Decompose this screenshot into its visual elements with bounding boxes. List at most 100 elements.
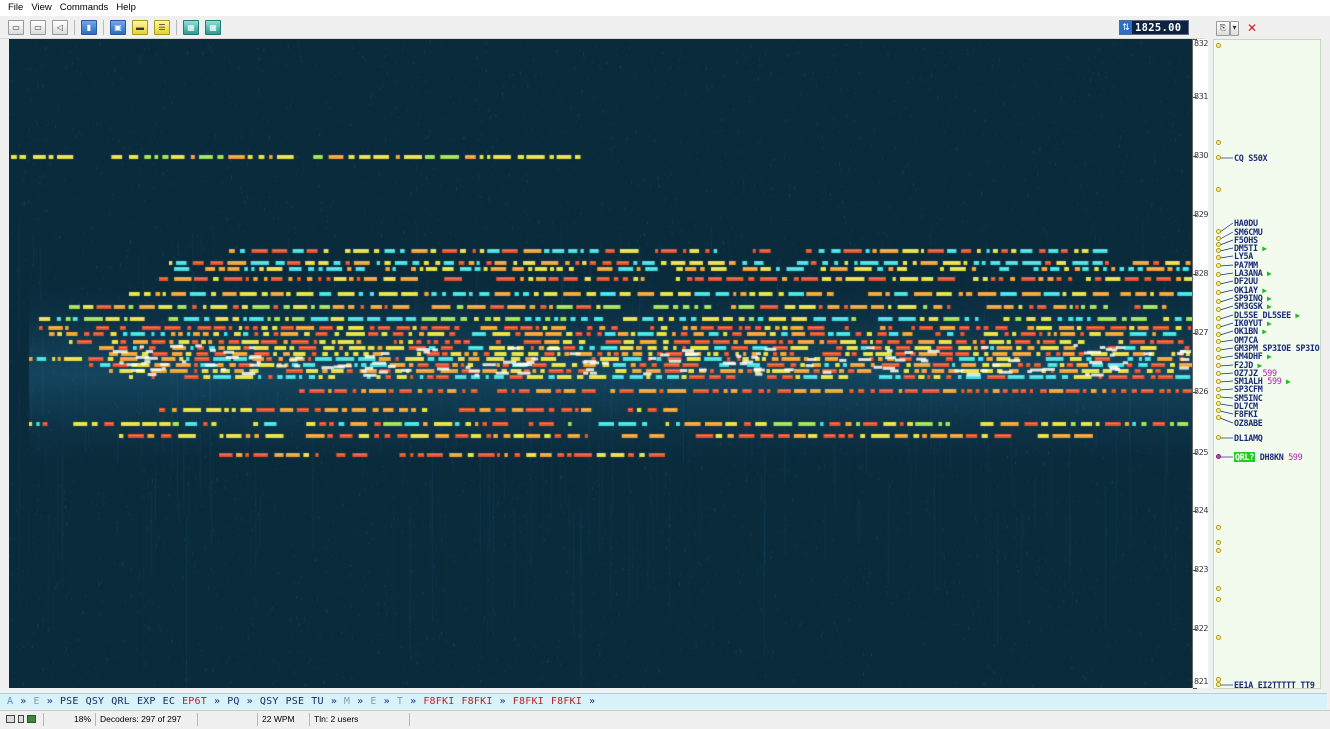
menu-view[interactable]: View bbox=[27, 0, 55, 16]
spot-item[interactable]: CQ S50X bbox=[1234, 154, 1268, 163]
spot-marker[interactable] bbox=[1216, 242, 1221, 247]
spot-marker[interactable] bbox=[1216, 272, 1221, 277]
spot-leader-line bbox=[1219, 403, 1234, 407]
macro-item[interactable]: A bbox=[7, 696, 13, 707]
spot-marker[interactable] bbox=[1216, 363, 1221, 368]
macro-item[interactable]: PSE bbox=[286, 696, 305, 707]
frequency-scale[interactable]: 832 831 830 829 828 827 826 825 824 823 822 821 bbox=[1192, 39, 1208, 689]
play-arrow-icon[interactable]: ▶ bbox=[1281, 377, 1291, 386]
grid-button[interactable]: ▦ bbox=[183, 20, 199, 35]
spot-marker[interactable] bbox=[1216, 525, 1221, 530]
macro-item[interactable]: F8FKI bbox=[551, 696, 582, 707]
spot-item[interactable]: QRL? DH8KN 599 bbox=[1234, 452, 1303, 462]
lock-icon[interactable] bbox=[18, 715, 24, 723]
spot-marker[interactable] bbox=[1216, 316, 1221, 321]
macro-item[interactable]: EP6T bbox=[182, 696, 207, 707]
spot-marker[interactable] bbox=[1216, 548, 1221, 553]
chevron-down-icon[interactable]: ▾ bbox=[1230, 20, 1239, 36]
play-arrow-icon[interactable]: ▶ bbox=[1262, 269, 1272, 278]
spectrum-view-button[interactable]: ▭ bbox=[30, 20, 46, 35]
spot-marker[interactable] bbox=[1216, 299, 1221, 304]
spot-marker[interactable] bbox=[1216, 281, 1221, 286]
play-arrow-icon[interactable]: ▶ bbox=[1258, 327, 1267, 336]
spot-marker[interactable] bbox=[1216, 408, 1221, 413]
spot-marker[interactable] bbox=[1216, 586, 1221, 591]
spot-marker[interactable] bbox=[1216, 248, 1221, 253]
frequency-display[interactable]: ⇅ 1825.00 bbox=[1119, 20, 1189, 35]
spot-marker[interactable] bbox=[1216, 371, 1221, 376]
spot-marker[interactable] bbox=[1216, 347, 1221, 352]
spot-marker[interactable] bbox=[1216, 140, 1221, 145]
play-arrow-icon[interactable]: ▶ bbox=[1258, 244, 1267, 253]
spot-marker[interactable] bbox=[1216, 236, 1221, 241]
macro-item[interactable]: PSE bbox=[60, 696, 79, 707]
spot-leader-line bbox=[1219, 314, 1234, 320]
menu-commands[interactable]: Commands bbox=[56, 0, 113, 16]
menu-bar: File View Commands Help bbox=[0, 0, 1330, 16]
macro-item[interactable]: M bbox=[344, 696, 350, 707]
spot-marker[interactable] bbox=[1216, 290, 1221, 295]
keyboard-icon[interactable] bbox=[6, 715, 15, 723]
spot-marker[interactable] bbox=[1216, 540, 1221, 545]
spot-marker[interactable] bbox=[1216, 435, 1221, 440]
menu-help[interactable]: Help bbox=[112, 0, 140, 16]
macro-item[interactable]: F8FKI bbox=[423, 696, 454, 707]
spot-item[interactable]: OZ8ABE bbox=[1234, 419, 1263, 428]
spot-marker[interactable] bbox=[1216, 229, 1221, 234]
spot-leader-line bbox=[1219, 264, 1234, 267]
spot-marker[interactable] bbox=[1216, 43, 1221, 48]
monitor-icon[interactable] bbox=[27, 715, 36, 723]
macro-item[interactable]: PQ bbox=[227, 696, 239, 707]
spot-filter-icon[interactable]: ⎘ bbox=[1216, 20, 1230, 36]
macro-item[interactable]: E bbox=[370, 696, 376, 707]
macro-separator: » bbox=[246, 696, 253, 707]
spot-marker[interactable] bbox=[1216, 454, 1221, 459]
spot-panel-toolbar: ⎘ ▾ ✕ bbox=[1213, 17, 1321, 39]
spot-item[interactable]: EE1A EI2TTTTT TT9 bbox=[1234, 681, 1315, 689]
macro-item[interactable]: F8FKI bbox=[461, 696, 492, 707]
spot-marker[interactable] bbox=[1216, 324, 1221, 329]
waterfall-canvas[interactable] bbox=[9, 39, 1192, 688]
spot-marker[interactable] bbox=[1216, 307, 1221, 312]
spot-marker[interactable] bbox=[1216, 682, 1221, 687]
spot-marker[interactable] bbox=[1216, 379, 1221, 384]
macro-item[interactable]: QRL bbox=[111, 696, 130, 707]
play-arrow-icon[interactable]: ▶ bbox=[1262, 352, 1272, 361]
spot-marker[interactable] bbox=[1216, 401, 1221, 406]
save-button[interactable]: ▣ bbox=[110, 20, 126, 35]
spot-marker[interactable] bbox=[1216, 263, 1221, 268]
spot-marker[interactable] bbox=[1216, 187, 1221, 192]
spot-marker[interactable] bbox=[1216, 155, 1221, 160]
macro-item[interactable]: TU bbox=[311, 696, 323, 707]
spot-marker[interactable] bbox=[1216, 635, 1221, 640]
menu-file[interactable]: File bbox=[4, 0, 27, 16]
waterfall-view-button[interactable]: ▭ bbox=[8, 20, 24, 35]
spot-marker[interactable] bbox=[1216, 255, 1221, 260]
spot-marker[interactable] bbox=[1216, 677, 1221, 682]
spot-marker[interactable] bbox=[1216, 394, 1221, 399]
macro-item[interactable]: T bbox=[397, 696, 403, 707]
spot-leader-line bbox=[1219, 272, 1234, 276]
macro-item[interactable]: QSY bbox=[86, 696, 105, 707]
waterfall-display[interactable] bbox=[9, 39, 1192, 688]
spot-item[interactable]: DL1AMQ bbox=[1234, 434, 1263, 443]
layout-button[interactable]: ▦ bbox=[205, 20, 221, 35]
macro-item[interactable]: E bbox=[33, 696, 39, 707]
spot-marker[interactable] bbox=[1216, 339, 1221, 344]
frequency-lock-icon[interactable]: ⇅ bbox=[1120, 21, 1132, 34]
play-arrow-icon[interactable]: ▶ bbox=[1291, 311, 1300, 320]
notes-button[interactable]: ☰ bbox=[154, 20, 170, 35]
spot-marker[interactable] bbox=[1216, 332, 1221, 337]
spot-marker[interactable] bbox=[1216, 597, 1221, 602]
highlight-button[interactable]: ▬ bbox=[132, 20, 148, 35]
macro-item[interactable]: QSY bbox=[260, 696, 279, 707]
band-button[interactable]: ▮ bbox=[81, 20, 97, 35]
macro-item[interactable]: EC bbox=[163, 696, 175, 707]
spot-marker[interactable] bbox=[1216, 387, 1221, 392]
spot-marker[interactable] bbox=[1216, 355, 1221, 360]
macro-item[interactable]: F8FKI bbox=[513, 696, 544, 707]
spot-marker[interactable] bbox=[1216, 415, 1221, 420]
macro-item[interactable]: EXP bbox=[137, 696, 156, 707]
close-icon[interactable]: ✕ bbox=[1247, 21, 1257, 35]
speaker-button[interactable]: ◁ bbox=[52, 20, 68, 35]
